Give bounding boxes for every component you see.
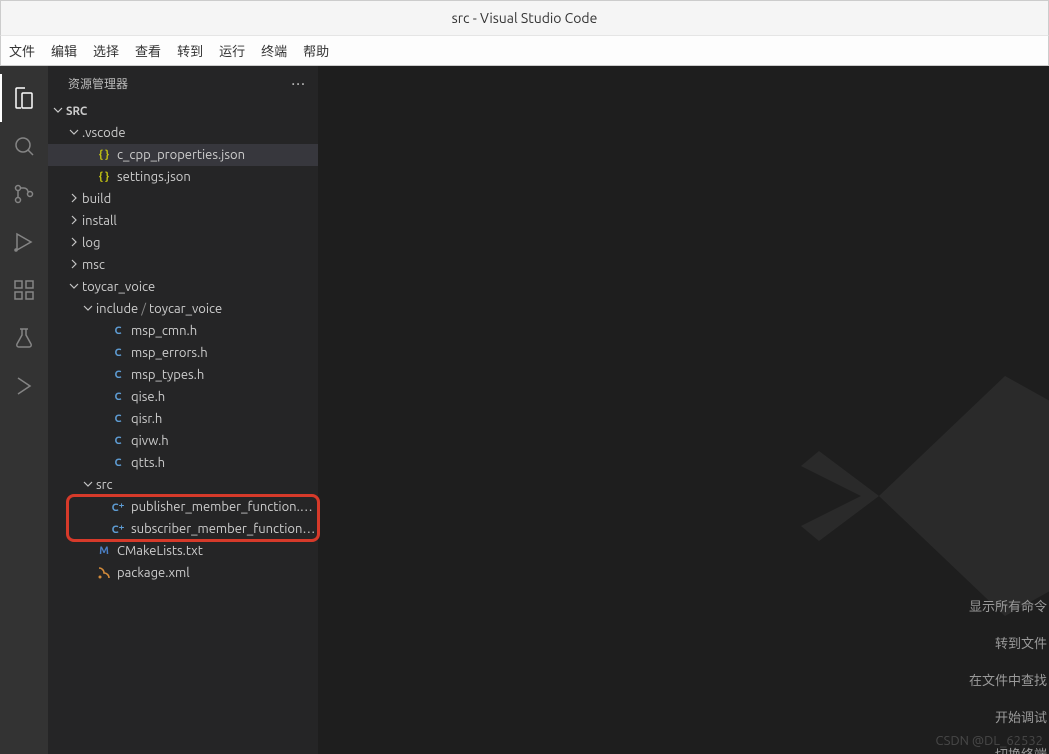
menu-item[interactable]: 转到 [177, 41, 203, 60]
tree-item-label: qisr.h [131, 412, 318, 426]
chevron-down-icon [52, 104, 64, 119]
tree-folder[interactable]: install [48, 210, 318, 232]
tree-item-label: settings.json [117, 170, 318, 184]
xml-file-icon [96, 565, 112, 581]
c-file-icon: C [110, 455, 126, 471]
testing-icon[interactable] [0, 314, 48, 362]
cmake-file-icon: M [96, 543, 112, 559]
tree-file[interactable]: Cqise.h [48, 386, 318, 408]
menu-item[interactable]: 选择 [93, 41, 119, 60]
tree-item-label: src [96, 478, 318, 492]
tree-file[interactable]: Cqivw.h [48, 430, 318, 452]
menu-item[interactable]: 运行 [219, 41, 245, 60]
menu-bar: 文件编辑选择查看转到运行终端帮助 [0, 35, 1049, 66]
tree-folder[interactable]: toycar_voice [48, 276, 318, 298]
tree-item-label: install [82, 214, 318, 228]
tree-folder[interactable]: src [48, 474, 318, 496]
menu-item[interactable]: 编辑 [51, 41, 77, 60]
hint-label: 显示所有命令 [969, 596, 1049, 615]
hint-label: 转到文件 [969, 633, 1049, 652]
explorer-icon[interactable] [0, 74, 48, 122]
menu-item[interactable]: 文件 [9, 41, 35, 60]
tree-item-label: build [82, 192, 318, 206]
tree-item-label: include/toycar_voice [96, 302, 318, 316]
c-file-icon: C [110, 323, 126, 339]
tree-item-label: msc [82, 258, 318, 272]
menu-item[interactable]: 帮助 [303, 41, 329, 60]
menu-item[interactable]: 查看 [135, 41, 161, 60]
tree-file[interactable]: C⁺ publisher_member_function.cpp [48, 496, 318, 518]
tree-item-label: msp_errors.h [131, 346, 318, 360]
tree-file[interactable]: { } settings.json [48, 166, 318, 188]
tree-item-label: msp_types.h [131, 368, 318, 382]
c-file-icon: C [110, 433, 126, 449]
tree-item-label: qise.h [131, 390, 318, 404]
tree-folder[interactable]: build [48, 188, 318, 210]
tree-item-label: toycar_voice [82, 280, 318, 294]
tree-file[interactable]: Cmsp_errors.h [48, 342, 318, 364]
file-tree: .vscode { } c_cpp_properties.json { } settin… [48, 122, 318, 584]
tree-file[interactable]: Cqtts.h [48, 452, 318, 474]
c-file-icon: C [110, 389, 126, 405]
json-file-icon: { } [96, 147, 112, 163]
tree-file[interactable]: C⁺ subscriber_member_function.cpp [48, 518, 318, 540]
sidebar-title: 资源管理器 [68, 75, 128, 92]
tree-file[interactable]: package.xml [48, 562, 318, 584]
c-file-icon: C [110, 367, 126, 383]
chevron-right-icon [68, 192, 80, 207]
sidebar-header: 资源管理器 ··· [48, 66, 318, 101]
chevron-right-icon [68, 258, 80, 273]
chevron-down-icon [68, 126, 80, 141]
tree-file[interactable]: { } c_cpp_properties.json [48, 144, 318, 166]
c-file-icon: C [110, 345, 126, 361]
menu-item[interactable]: 终端 [261, 41, 287, 60]
tree-folder[interactable]: include/toycar_voice [48, 298, 318, 320]
sidebar-more-icon[interactable]: ··· [291, 75, 306, 93]
chevron-down-icon [68, 280, 80, 295]
more-icon[interactable] [0, 362, 48, 410]
chevron-right-icon [68, 214, 80, 229]
tree-item-label: log [82, 236, 318, 250]
title-bar: src - Visual Studio Code [0, 0, 1049, 35]
editor-area: 显示所有命令转到文件在文件中查找开始调试切换终端 [318, 66, 1049, 754]
root-label: SRC [66, 105, 87, 118]
tree-item-label: publisher_member_function.cpp [131, 500, 318, 514]
chevron-right-icon [68, 236, 80, 251]
window-title: src - Visual Studio Code [452, 10, 598, 26]
watermark: CSDN @DL_62532 [936, 734, 1043, 748]
tree-item-label: package.xml [117, 566, 318, 580]
tree-item-label: CMakeLists.txt [117, 544, 318, 558]
tree-item-label: msp_cmn.h [131, 324, 318, 338]
json-file-icon: { } [96, 169, 112, 185]
chevron-down-icon [82, 478, 94, 493]
activity-bar [0, 66, 48, 754]
welcome-hints: 显示所有命令转到文件在文件中查找开始调试切换终端 [969, 596, 1049, 754]
tree-item-label: c_cpp_properties.json [117, 148, 318, 162]
hint-label: 在文件中查找 [969, 670, 1049, 689]
chevron-down-icon [82, 302, 94, 317]
extensions-icon[interactable] [0, 266, 48, 314]
tree-file[interactable]: Cqisr.h [48, 408, 318, 430]
run-debug-icon[interactable] [0, 218, 48, 266]
source-control-icon[interactable] [0, 170, 48, 218]
c-file-icon: C [110, 411, 126, 427]
cpp-file-icon: C⁺ [110, 499, 126, 515]
tree-file[interactable]: Cmsp_cmn.h [48, 320, 318, 342]
tree-item-label: qtts.h [131, 456, 318, 470]
tree-file[interactable]: Cmsp_types.h [48, 364, 318, 386]
tree-folder[interactable]: .vscode [48, 122, 318, 144]
hint-label: 开始调试 [969, 707, 1049, 726]
tree-item-label: subscriber_member_function.cpp [131, 522, 318, 536]
tree-file[interactable]: M CMakeLists.txt [48, 540, 318, 562]
tree-folder[interactable]: msc [48, 254, 318, 276]
tree-folder[interactable]: log [48, 232, 318, 254]
search-icon[interactable] [0, 122, 48, 170]
explorer-sidebar: 资源管理器 ··· SRC .vscode { } c_cpp_properties… [48, 66, 318, 754]
cpp-file-icon: C⁺ [110, 521, 126, 537]
explorer-root[interactable]: SRC [48, 101, 318, 122]
tree-item-label: .vscode [82, 126, 318, 140]
tree-item-label: qivw.h [131, 434, 318, 448]
